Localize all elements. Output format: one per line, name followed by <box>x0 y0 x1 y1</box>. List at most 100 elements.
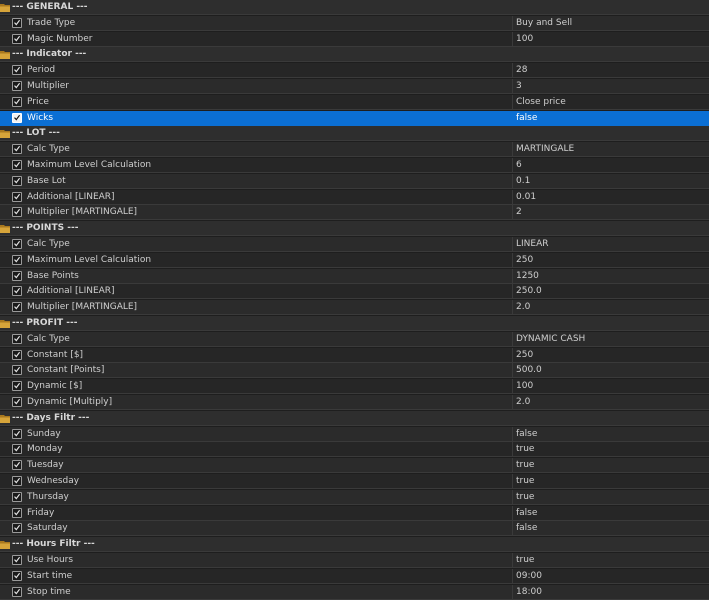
parameter-value[interactable]: true <box>516 458 534 473</box>
parameter-value[interactable]: Close price <box>516 95 566 110</box>
param-checkbox[interactable] <box>12 523 22 534</box>
param-checkbox[interactable] <box>12 555 22 565</box>
parameter-value[interactable]: false <box>516 111 537 126</box>
group-header[interactable]: --- GENERAL --- <box>0 0 709 15</box>
folder-icon[interactable] <box>0 3 10 12</box>
parameter-value[interactable]: 250 <box>516 253 533 268</box>
parameter-value[interactable]: true <box>516 442 534 457</box>
parameter-value[interactable]: false <box>516 521 537 536</box>
group-header[interactable]: --- Days Filtr --- <box>0 410 709 426</box>
param-checkbox[interactable] <box>12 570 22 581</box>
parameter-row[interactable]: Additional [LINEAR] 0.01 <box>0 189 709 205</box>
parameter-value[interactable]: 100 <box>516 379 533 394</box>
folder-icon[interactable] <box>0 50 10 60</box>
param-checkbox[interactable] <box>12 270 22 281</box>
param-checkbox[interactable] <box>12 460 22 471</box>
param-checkbox[interactable] <box>12 81 22 91</box>
parameter-value[interactable]: 0.01 <box>516 190 536 205</box>
parameter-value[interactable]: 09:00 <box>516 569 542 584</box>
param-checkbox[interactable] <box>12 476 22 486</box>
parameter-row[interactable]: Use Hours true <box>0 553 709 568</box>
parameter-row[interactable]: Thursday true <box>0 489 709 505</box>
param-checkbox[interactable] <box>12 239 22 249</box>
parameter-row[interactable]: Dynamic [$] 100 <box>0 379 709 395</box>
parameter-value[interactable]: true <box>516 474 534 489</box>
param-checkbox[interactable] <box>12 302 22 313</box>
folder-icon[interactable] <box>0 540 10 550</box>
parameter-row[interactable]: Sunday false <box>0 426 709 442</box>
param-checkbox[interactable] <box>12 144 22 155</box>
parameter-value[interactable]: MARTINGALE <box>516 142 574 157</box>
param-checkbox[interactable] <box>12 65 22 76</box>
parameter-value[interactable]: 28 <box>516 63 527 78</box>
folder-icon[interactable] <box>0 129 10 139</box>
param-checkbox[interactable] <box>12 175 22 186</box>
folder-icon[interactable] <box>0 414 10 423</box>
parameter-row[interactable]: Multiplier [MARTINGALE] 2 <box>0 205 709 221</box>
param-checkbox[interactable] <box>12 428 22 439</box>
parameter-value[interactable]: 1250 <box>516 269 539 284</box>
parameter-row[interactable]: Constant [$] 250 <box>0 347 709 363</box>
parameter-value[interactable]: 2.0 <box>516 300 530 315</box>
parameter-row[interactable]: Stop time 18:00 <box>0 584 709 600</box>
parameter-row[interactable]: Period 28 <box>0 63 709 79</box>
group-header[interactable]: --- Indicator --- <box>0 47 709 63</box>
folder-icon[interactable] <box>0 319 10 328</box>
parameter-row[interactable]: Dynamic [Multiply] 2.0 <box>0 395 709 410</box>
param-checkbox[interactable] <box>12 365 22 376</box>
parameter-row[interactable]: Calc Type DYNAMIC CASH <box>0 331 709 347</box>
param-checkbox[interactable] <box>12 17 22 28</box>
group-header[interactable]: --- LOT --- <box>0 126 709 142</box>
parameter-row[interactable]: Saturday false <box>0 521 709 537</box>
parameter-row[interactable]: Friday false <box>0 505 709 521</box>
parameter-row[interactable]: Additional [LINEAR] 250.0 <box>0 284 709 300</box>
parameter-row[interactable]: Wicks false <box>0 110 709 126</box>
param-checkbox[interactable] <box>12 381 22 392</box>
parameter-row[interactable]: Trade Type Buy and Sell <box>0 15 709 31</box>
parameter-row[interactable]: Monday true <box>0 442 709 458</box>
parameter-row[interactable]: Wednesday true <box>0 474 709 489</box>
param-checkbox[interactable] <box>12 254 22 265</box>
parameter-value[interactable]: false <box>516 506 537 521</box>
parameter-row[interactable]: Multiplier 3 <box>0 79 709 94</box>
parameter-value[interactable]: 250.0 <box>516 284 542 299</box>
parameter-row[interactable]: Constant [Points] 500.0 <box>0 363 709 379</box>
group-header[interactable]: --- POINTS --- <box>0 221 709 237</box>
parameter-value[interactable]: Buy and Sell <box>516 16 572 31</box>
parameter-value[interactable]: LINEAR <box>516 237 549 252</box>
parameter-row[interactable]: Price Close price <box>0 94 709 110</box>
param-checkbox[interactable] <box>12 286 22 297</box>
parameter-row[interactable]: Multiplier [MARTINGALE] 2.0 <box>0 300 709 316</box>
param-checkbox[interactable] <box>12 397 22 407</box>
parameter-row[interactable]: Base Lot 0.1 <box>0 173 709 189</box>
param-checkbox[interactable] <box>12 333 22 344</box>
parameter-value[interactable]: 500.0 <box>516 363 542 378</box>
param-checkbox[interactable] <box>12 96 22 107</box>
parameter-value[interactable]: 3 <box>516 79 522 94</box>
parameter-value[interactable]: 100 <box>516 32 533 47</box>
group-header[interactable]: --- PROFIT --- <box>0 316 709 331</box>
parameter-value[interactable]: false <box>516 427 537 442</box>
param-checkbox[interactable] <box>12 207 22 218</box>
parameter-row[interactable]: Maximum Level Calculation 250 <box>0 252 709 268</box>
param-checkbox[interactable] <box>12 444 22 455</box>
parameter-row[interactable]: Calc Type MARTINGALE <box>0 142 709 158</box>
parameter-value[interactable]: 2 <box>516 205 522 220</box>
param-checkbox[interactable] <box>12 191 22 202</box>
param-checkbox[interactable] <box>12 507 22 518</box>
parameter-row[interactable]: Tuesday true <box>0 458 709 474</box>
param-checkbox[interactable] <box>12 491 22 502</box>
group-header[interactable]: --- Hours Filtr --- <box>0 537 709 553</box>
param-checkbox[interactable] <box>12 160 22 170</box>
parameter-value[interactable]: 6 <box>516 158 522 173</box>
parameter-row[interactable]: Magic Number 100 <box>0 31 709 47</box>
parameter-value[interactable]: 2.0 <box>516 395 530 410</box>
parameter-value[interactable]: 18:00 <box>516 585 542 600</box>
param-checkbox[interactable] <box>12 586 22 597</box>
parameter-row[interactable]: Start time 09:00 <box>0 568 709 584</box>
parameter-value[interactable]: true <box>516 490 534 505</box>
parameter-value[interactable]: 250 <box>516 348 533 363</box>
parameter-row[interactable]: Maximum Level Calculation 6 <box>0 158 709 173</box>
param-checkbox[interactable] <box>12 112 22 123</box>
param-checkbox[interactable] <box>12 349 22 360</box>
